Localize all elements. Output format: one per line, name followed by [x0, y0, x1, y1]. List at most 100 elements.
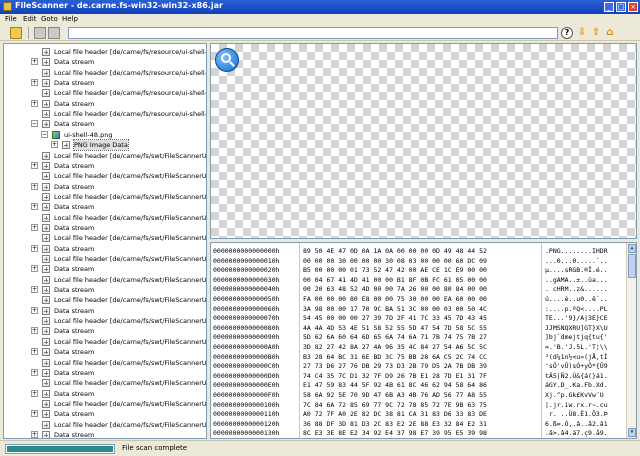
tree-item[interactable]: + Data stream: [4, 244, 204, 254]
tree-item[interactable]: + PNG Image Data: [4, 139, 204, 152]
tree-item[interactable]: + Data stream: [4, 57, 204, 67]
scroll-up-icon[interactable]: ▲: [628, 244, 636, 253]
collapse-icon[interactable]: −: [31, 120, 38, 128]
tree-item-image[interactable]: − ui-shell-48.png: [4, 130, 204, 140]
data-node-icon: [42, 358, 50, 367]
expand-icon[interactable]: +: [31, 410, 38, 418]
tree-item[interactable]: Local file header [de/carne/fs/swt/FileS…: [4, 151, 206, 161]
tree-item[interactable]: Local file header [de/carne/fs/swt/FileS…: [4, 233, 206, 243]
expand-icon[interactable]: +: [31, 306, 38, 314]
tree-item[interactable]: + Data stream: [4, 99, 204, 109]
scroll-down-icon[interactable]: ▼: [628, 428, 636, 437]
tree-item[interactable]: Local file header [de/carne/fs/resource/…: [4, 109, 206, 119]
hex-bytes: FA 00 00 00 80 E8 00 00 75 30 00 00 EA 6…: [303, 295, 487, 303]
save-icon[interactable]: [34, 27, 46, 39]
expand-icon[interactable]: +: [31, 79, 38, 87]
data-node-icon: [42, 203, 50, 212]
arrow-up-icon[interactable]: ⇧: [590, 27, 602, 39]
export-icon[interactable]: [48, 27, 60, 39]
tree-item[interactable]: + Data stream: [4, 182, 204, 192]
data-node-icon: [42, 410, 50, 419]
close-button[interactable]: ×: [628, 2, 638, 12]
hex-bytes: 54 45 00 00 00 27 39 7D 2F 41 7C 33 45 7…: [303, 314, 487, 323]
tree-item[interactable]: + Data stream: [4, 78, 204, 88]
tree-item[interactable]: Local file header [de/carne/fs/swt/FileS…: [4, 295, 206, 305]
expand-icon[interactable]: +: [31, 99, 38, 107]
expand-icon[interactable]: +: [31, 223, 38, 231]
expand-icon[interactable]: +: [51, 141, 58, 149]
maximize-button[interactable]: □: [616, 2, 626, 12]
data-node-icon: [42, 420, 50, 429]
tree-item[interactable]: + Data stream: [4, 368, 204, 378]
tree-item-label: Local file header [de/carne/fs/swt/FileS…: [54, 275, 207, 284]
hex-offset: 0000000000000050h: [213, 295, 280, 303]
structure-tree[interactable]: Local file header [de/carne/fs/resource/…: [3, 43, 207, 439]
expand-icon[interactable]: +: [31, 265, 38, 273]
tree-item[interactable]: Local file header [de/carne/fs/resource/…: [4, 88, 206, 98]
expand-icon[interactable]: +: [31, 161, 38, 169]
hex-offset: 0000000000000080h: [213, 323, 280, 332]
tree-item[interactable]: + Data stream: [4, 326, 204, 336]
expand-icon[interactable]: +: [31, 286, 38, 294]
expand-icon[interactable]: +: [31, 182, 38, 190]
expand-icon[interactable]: +: [31, 348, 38, 356]
expand-icon[interactable]: +: [31, 430, 38, 438]
hex-scrollbar[interactable]: ▲ ▼: [626, 243, 636, 438]
tree-item[interactable]: Local file header [de/carne/fs/swt/FileS…: [4, 378, 206, 388]
tree-item-label: Data stream: [54, 120, 95, 129]
tree-item[interactable]: Local file header [de/carne/fs/swt/FileS…: [4, 171, 206, 181]
hex-ascii: =.'B.'J.5L.'T¦\\: [545, 343, 608, 351]
tree-item[interactable]: Local file header [de/carne/fs/resource/…: [4, 68, 206, 78]
minimize-button[interactable]: _: [604, 2, 614, 12]
hex-bytes: 00 20 63 48 52 4D 00 00 7A 26 00 00 80 8…: [303, 285, 487, 294]
tree-item[interactable]: + Data stream: [4, 430, 204, 438]
tree-item[interactable]: + Data stream: [4, 409, 204, 419]
tree-item[interactable]: − Data stream: [4, 119, 204, 129]
tree-item[interactable]: + Data stream: [4, 264, 204, 274]
expand-icon[interactable]: +: [31, 327, 38, 335]
expand-icon[interactable]: +: [31, 244, 38, 252]
home-icon[interactable]: ⌂: [604, 27, 616, 39]
hex-offset: 0000000000000040h: [213, 285, 280, 294]
tree-item[interactable]: Local file header [de/carne/fs/swt/FileS…: [4, 213, 206, 223]
tree-item[interactable]: Local file header [de/carne/fs/swt/FileS…: [4, 192, 206, 202]
tree-item[interactable]: Local file header [de/carne/fs/swt/FileS…: [4, 337, 206, 347]
tree-item[interactable]: + Data stream: [4, 161, 204, 171]
help-icon[interactable]: ?: [561, 27, 573, 39]
menu-help[interactable]: Help: [62, 15, 78, 23]
data-node-icon: [62, 141, 70, 150]
menu-file[interactable]: File: [5, 15, 17, 23]
tree-item[interactable]: Local file header [de/carne/fs/swt/FileS…: [4, 358, 206, 368]
menu-edit[interactable]: Edit: [23, 15, 37, 23]
tree-item[interactable]: + Data stream: [4, 285, 204, 295]
tree-item[interactable]: Local file header [de/carne/fs/swt/FileS…: [4, 316, 206, 326]
hex-row: 0000000000000020h B5 00 00 00 01 73 52 47…: [211, 265, 626, 275]
open-folder-icon[interactable]: [10, 27, 22, 39]
tree-item[interactable]: Local file header [de/carne/fs/swt/FileS…: [4, 420, 206, 430]
tree-item[interactable]: + Data stream: [4, 202, 204, 212]
scroll-thumb[interactable]: [628, 254, 636, 278]
expand-icon[interactable]: +: [31, 58, 38, 66]
tree-item[interactable]: Local file header [de/carne/fs/swt/FileS…: [4, 399, 206, 409]
address-field[interactable]: [68, 27, 558, 39]
collapse-icon[interactable]: −: [41, 130, 48, 138]
tree-item[interactable]: Local file header [de/carne/fs/resource/…: [4, 47, 206, 57]
tree-item[interactable]: + Data stream: [4, 389, 204, 399]
hex-view[interactable]: ▲ ▼ 0000000000000000h 89 50 4E 47 0D 0A 1…: [210, 242, 637, 439]
hex-row: 0000000000000110h A0 72 7F A0 2E 82 DC 38…: [211, 409, 626, 419]
expand-icon[interactable]: +: [31, 389, 38, 397]
tree-item[interactable]: + Data stream: [4, 306, 204, 316]
tree-item[interactable]: + Data stream: [4, 347, 204, 357]
data-node-icon: [42, 79, 50, 88]
status-text: File scan complete: [122, 444, 188, 452]
tree-item[interactable]: Local file header [de/carne/fs/swt/FileS…: [4, 254, 206, 264]
menu-goto[interactable]: Goto: [41, 15, 58, 23]
expand-icon[interactable]: +: [31, 368, 38, 376]
data-node-icon: [42, 234, 50, 243]
hex-offset: 0000000000000100h: [213, 400, 280, 409]
arrow-down-icon[interactable]: ⇩: [576, 27, 588, 39]
hex-offset: 0000000000000110h: [213, 410, 280, 419]
tree-item[interactable]: + Data stream: [4, 223, 204, 233]
expand-icon[interactable]: +: [31, 203, 38, 211]
tree-item[interactable]: Local file header [de/carne/fs/swt/FileS…: [4, 275, 207, 285]
